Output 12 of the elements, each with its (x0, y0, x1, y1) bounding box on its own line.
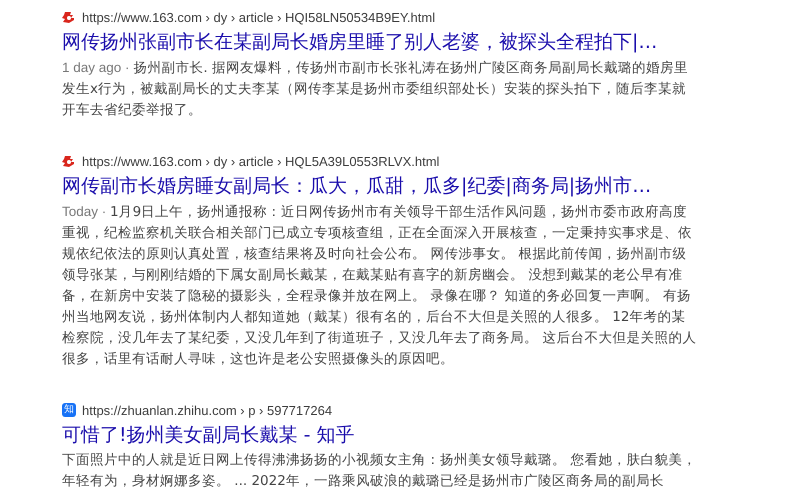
logo-icon: 知 (62, 403, 76, 417)
result-title-link[interactable]: 网传扬州张副市长在某副局长婚房里睡了别人老婆，被探头全程拍下|… (62, 28, 722, 56)
result-title-link[interactable]: 网传副市长婚房睡女副局长：瓜大，瓜甜，瓜多|纪委|商务局|扬州市… (62, 172, 722, 200)
result-snippet: 下面照片中的人就是近日网上传得沸沸扬扬的小视频女主角：扬州美女领导戴璐。 您看她，肤白貌美，年轻有为，身材婀娜多姿。 ... 2022年，一路乘风破浪的戴璐已经是扬州市广陵区商务局的副局长 (62, 451, 698, 491)
result-url[interactable]: https://www.163.com › dy › article › HQL5A39L0553RLVX.html (82, 154, 440, 168)
result-title-link[interactable]: 可惜了!扬州美女副局长戴某 - 知乎 (62, 421, 722, 449)
result-snippet: 1 day ago · 扬州副市长. 据网友爆料，传扬州市副市长张礼涛在扬州广陵区商务局副局长戴璐的婚房里发生x行为，被戴副局长的丈夫李某（网传李某是扬州市委组织部处长）安装的探头拍下，随后李某就开车去省纪委举报了。 (62, 59, 689, 120)
result-url[interactable]: https://zhuanlan.zhihu.com › p › 597717264 (82, 402, 332, 418)
result-url[interactable]: https://www.163.com › dy › article › HQI58LN50534B9EY.html (82, 10, 436, 24)
logo-icon (62, 10, 76, 24)
logo-icon (62, 154, 76, 168)
result-snippet: Today · 1月9日上午，扬州通报称：近日网传扬州市有关领导干部生活作风问题，扬州市委市政府高度重视，纪检监察机关联合相关部门已成立专项核查组，正在全面深入开展核查，一定秉持实事求是、依规依纪依法的原则认真处置，核查结果将及时向社会公布。 网传涉事女。 根据此前传闻，扬州副市级领导张某，与刚刚结婚的下属女副局长戴某，在戴某贴有喜字的新房幽会。 没想到戴某的老公早有准备，在新房中安装了隐秘的摄影头，全程录像并放在网上。 录像在哪？ 知道的务必回复一声啊。 有扬州当地网友说，扬州体制内人都知道她（戴某）很有名的，后台不大但是关照的人很多。 12年考的某检察院，没几年去了某纪委，又没几年到了街道班子，又没几年去了商务局。 这后台不大但是关照的人很多，话里有话耐人寻味，这也许是老公安照摄像头的原因吧。 (62, 203, 698, 369)
